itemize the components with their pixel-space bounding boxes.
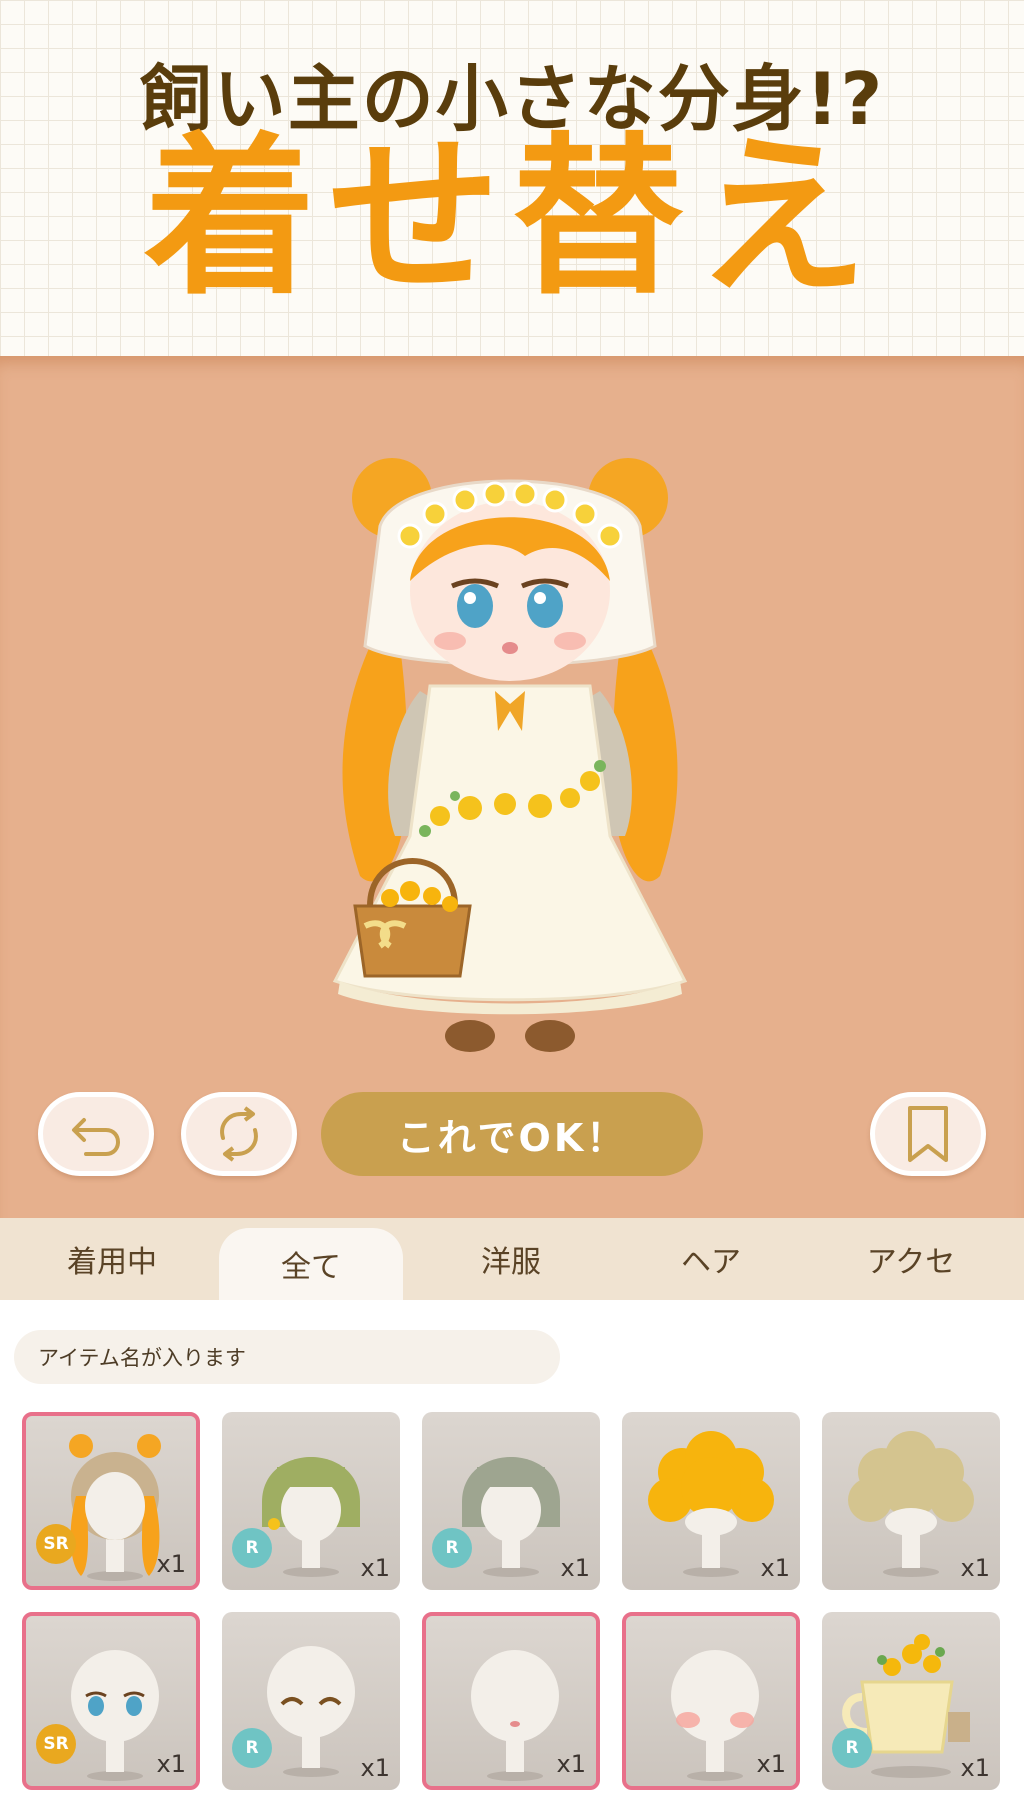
category-tabs: 着用中 全て 洋服 ヘア アクセ	[0, 1218, 1024, 1300]
tab-all[interactable]: 全て	[219, 1228, 403, 1300]
item-count: x1	[556, 1750, 586, 1778]
item-card[interactable]: x1	[622, 1412, 800, 1590]
avatar-stage: これでOK！	[0, 356, 1024, 1218]
bookmark-button[interactable]	[870, 1092, 986, 1176]
tab-accessories[interactable]: アクセ	[819, 1218, 1003, 1300]
undo-icon	[72, 1118, 121, 1156]
item-card[interactable]: R x1	[822, 1612, 1000, 1790]
item-count: x1	[756, 1750, 786, 1778]
rarity-badge: R	[832, 1728, 872, 1768]
tab-wearing[interactable]: 着用中	[20, 1218, 204, 1300]
confirm-ok-button[interactable]: これでOK！	[321, 1092, 703, 1176]
item-card[interactable]: x1	[822, 1412, 1000, 1590]
item-card[interactable]: R x1	[222, 1412, 400, 1590]
item-card[interactable]: SR x1	[22, 1412, 200, 1590]
item-card[interactable]: SR x1	[22, 1612, 200, 1790]
rarity-badge: R	[432, 1528, 472, 1568]
item-count: x1	[360, 1754, 390, 1782]
item-card[interactable]: x1	[622, 1612, 800, 1790]
rarity-badge: R	[232, 1728, 272, 1768]
item-card[interactable]: x1	[422, 1612, 600, 1790]
item-panel: アイテム名が入ります SR x1 R x1 R x1 x1 x1 SR x1 R…	[0, 1300, 1024, 1820]
bookmark-icon	[908, 1106, 948, 1162]
tab-clothes[interactable]: 洋服	[419, 1218, 603, 1300]
item-count: x1	[156, 1750, 186, 1778]
rarity-badge: SR	[36, 1724, 76, 1764]
item-count: x1	[960, 1754, 990, 1782]
item-count: x1	[560, 1554, 590, 1582]
item-count: x1	[156, 1550, 186, 1578]
undo-button[interactable]	[38, 1092, 154, 1176]
avatar-character	[332, 458, 688, 1052]
tab-hair[interactable]: ヘア	[619, 1218, 803, 1300]
header-title: 着せ替え	[144, 117, 880, 318]
header-banner: 飼い主の小さな分身!? 着せ替え	[0, 0, 1024, 356]
shuffle-icon	[220, 1106, 258, 1162]
item-card[interactable]: R x1	[222, 1612, 400, 1790]
rarity-badge: SR	[36, 1524, 76, 1564]
item-count: x1	[360, 1554, 390, 1582]
item-count: x1	[760, 1554, 790, 1582]
item-name-field[interactable]: アイテム名が入ります	[14, 1330, 560, 1384]
rarity-badge: R	[232, 1528, 272, 1568]
randomize-button[interactable]	[181, 1092, 297, 1176]
item-card[interactable]: R x1	[422, 1412, 600, 1590]
item-count: x1	[960, 1554, 990, 1582]
